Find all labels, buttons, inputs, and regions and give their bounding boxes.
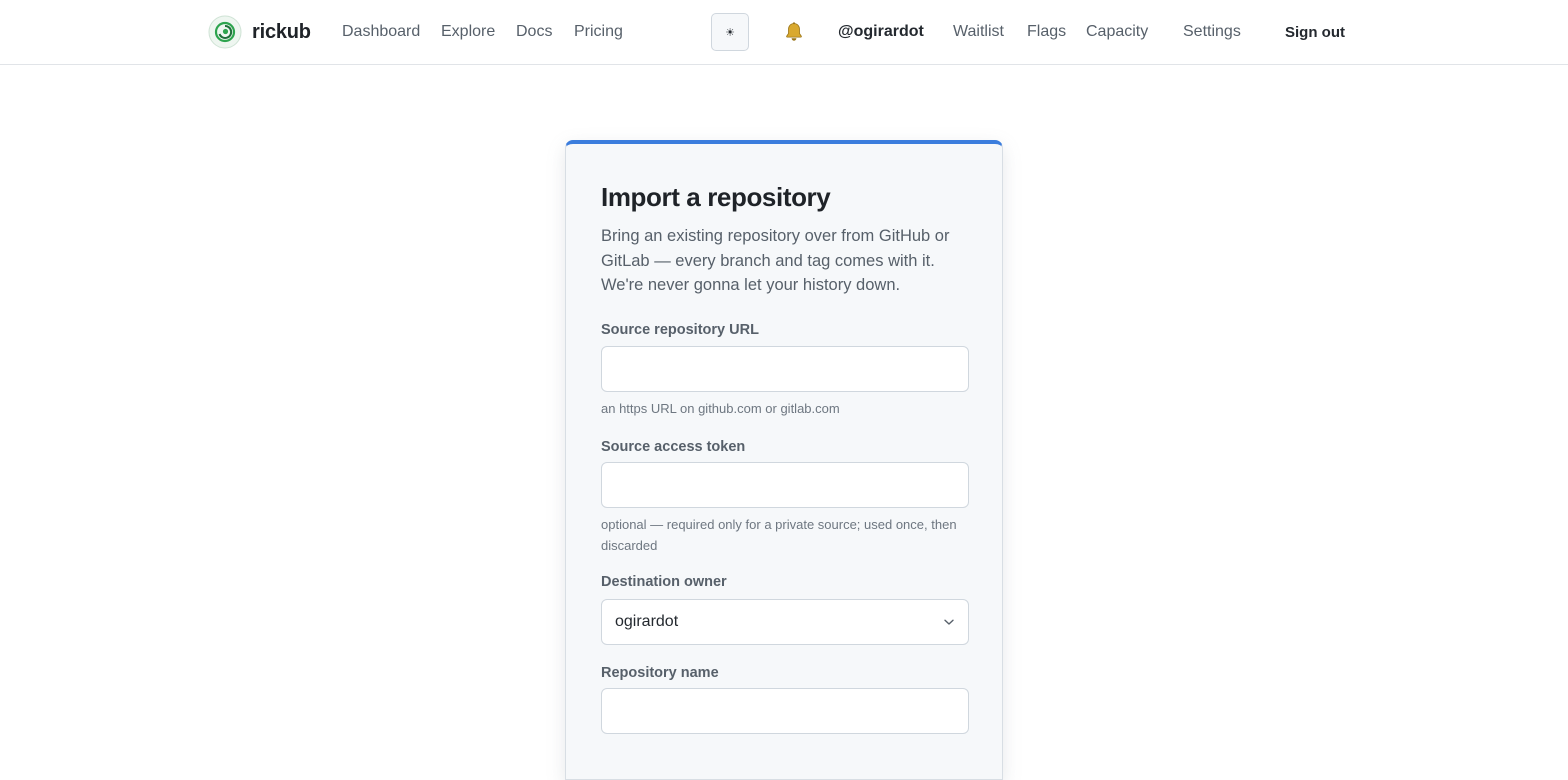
destination-owner-label: Destination owner [601, 574, 727, 590]
current-user-link[interactable]: @ogirardot [838, 22, 924, 42]
top-navigation-bar: rickub Dashboard Explore Docs Pricing ☀ … [0, 0, 1568, 65]
destination-owner-select[interactable]: ogirardot [601, 599, 969, 645]
admin-settings-link[interactable]: Settings [1183, 22, 1241, 42]
admin-waitlist-link[interactable]: Waitlist [953, 22, 1004, 42]
nav-explore-link[interactable]: Explore [441, 22, 495, 42]
theme-toggle-button[interactable]: ☀ [711, 13, 749, 51]
form-description: Bring an existing repository over from G… [601, 227, 950, 294]
admin-flags-link[interactable]: Flags [1027, 22, 1066, 42]
brand-home-link[interactable]: rickub [208, 15, 311, 49]
nav-pricing-link[interactable]: Pricing [574, 22, 623, 42]
sign-out-button[interactable]: Sign out [1285, 23, 1345, 43]
admin-capacity-link[interactable]: Capacity [1086, 22, 1148, 42]
access-token-hint: optional — required only for a private s… [601, 517, 957, 553]
source-url-hint: an https URL on github.com or gitlab.com [601, 401, 840, 416]
nav-docs-link[interactable]: Docs [516, 22, 552, 42]
brand-name: rickub [252, 20, 311, 43]
page-title: Import a repository [601, 182, 831, 212]
repository-name-label: Repository name [601, 665, 719, 681]
bell-icon[interactable] [783, 21, 805, 43]
destination-owner-value: ogirardot [615, 613, 679, 630]
source-url-input[interactable] [601, 346, 969, 392]
access-token-input[interactable] [601, 462, 969, 508]
source-url-label: Source repository URL [601, 322, 759, 338]
rickub-logo-icon [208, 15, 242, 49]
sun-icon: ☀ [725, 26, 735, 39]
nav-dashboard-link[interactable]: Dashboard [342, 22, 420, 42]
access-token-label: Source access token [601, 439, 746, 455]
repository-name-input[interactable] [601, 688, 969, 734]
chevron-down-icon [944, 619, 954, 625]
import-repository-card: Import a repository Bring an existing re… [565, 140, 1003, 780]
